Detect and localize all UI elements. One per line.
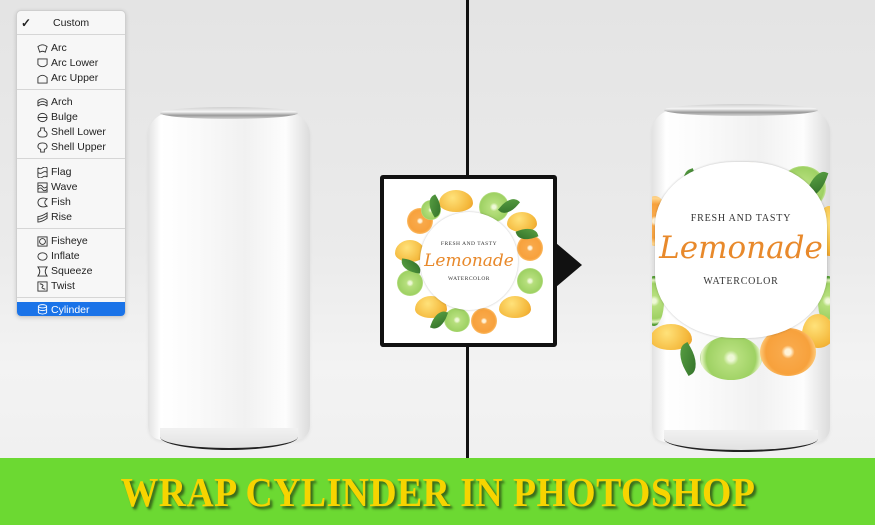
- menu-item-label: Arc Lower: [51, 57, 99, 69]
- warp-flag-icon: [37, 166, 48, 178]
- menu-item-inflate[interactable]: Inflate: [17, 249, 125, 263]
- warp-fish-icon: [37, 197, 48, 208]
- checkmark-icon: ✓: [21, 16, 32, 30]
- lime-illustration: [517, 268, 543, 294]
- wrapped-can: FRESH AND TASTY Lemonade WATERCOLOR: [652, 104, 830, 452]
- menu-item-arc-upper[interactable]: Arc Upper: [17, 71, 125, 85]
- lime-illustration: [444, 308, 470, 332]
- warp-wave-icon: [37, 181, 48, 193]
- menu-separator: [17, 228, 125, 229]
- lime-illustration: [397, 270, 423, 296]
- menu-item-label: Arch: [51, 96, 73, 108]
- menu-separator: [17, 158, 125, 159]
- wrapped-label-subtitle: WATERCOLOR: [703, 276, 779, 287]
- can-lid: [664, 104, 818, 116]
- warp-arch-icon: [37, 97, 48, 108]
- label-artwork-card: FRESH AND TASTY Lemonade WATERCOLOR: [380, 175, 557, 347]
- menu-item-label: Arc: [51, 42, 67, 54]
- label-title: Lemonade: [424, 250, 514, 271]
- lemon-illustration: [439, 190, 473, 212]
- menu-item-arc-lower[interactable]: Arc Lower: [17, 56, 125, 70]
- warp-arc-icon: [37, 43, 48, 54]
- menu-separator: [17, 89, 125, 90]
- warp-bulge-icon: [37, 112, 48, 123]
- label-tagline: FRESH AND TASTY: [440, 240, 498, 247]
- wrapped-label-title: Lemonade: [659, 230, 823, 266]
- menu-item-label: Wave: [51, 181, 78, 193]
- menu-item-shell-upper[interactable]: Shell Upper: [17, 140, 125, 154]
- menu-item-label: Inflate: [51, 250, 80, 262]
- warp-twist-icon: [37, 280, 48, 292]
- menu-item-wave[interactable]: Wave: [17, 180, 125, 194]
- menu-item-label: Flag: [51, 166, 72, 178]
- warp-shell-lower-icon: [37, 126, 48, 138]
- label-center-disc: FRESH AND TASTY Lemonade WATERCOLOR: [420, 212, 518, 310]
- menu-item-rise[interactable]: Rise: [17, 210, 125, 224]
- menu-item-label: Cylinder: [51, 303, 90, 316]
- menu-separator: [17, 297, 125, 298]
- menu-item-cylinder[interactable]: Cylinder: [17, 302, 125, 316]
- warp-style-menu[interactable]: ✓ Custom Arc Arc Lower Arc Upper Arch Bu…: [16, 10, 126, 317]
- banner-title: WRAP CYLINDER IN PHOTOSHOP: [120, 468, 755, 515]
- blank-can: [148, 107, 310, 450]
- menu-item-flag[interactable]: Flag: [17, 165, 125, 179]
- warp-fisheye-icon: [37, 235, 48, 247]
- menu-item-label: Arc Upper: [51, 72, 99, 84]
- warp-squeeze-icon: [37, 265, 48, 277]
- menu-item-fisheye[interactable]: Fisheye: [17, 234, 125, 248]
- menu-item-label: Shell Upper: [51, 141, 106, 153]
- warp-shell-upper-icon: [37, 141, 48, 153]
- menu-item-label: Fish: [51, 196, 71, 208]
- arrow-right-icon: [556, 243, 582, 287]
- title-banner: WRAP CYLINDER IN PHOTOSHOP: [0, 458, 875, 525]
- menu-item-label: Custom: [53, 17, 90, 29]
- menu-item-custom[interactable]: ✓ Custom: [17, 16, 125, 30]
- menu-item-label: Fisheye: [51, 235, 88, 247]
- menu-item-squeeze[interactable]: Squeeze: [17, 264, 125, 278]
- menu-item-arc[interactable]: Arc: [17, 41, 125, 55]
- can-body: [148, 113, 310, 440]
- menu-item-label: Twist: [51, 280, 75, 292]
- warp-cylinder-icon: [37, 304, 48, 315]
- menu-separator: [17, 34, 125, 35]
- lime-illustration: [700, 336, 762, 380]
- menu-item-fish[interactable]: Fish: [17, 195, 125, 209]
- comparison-scene: ✓ Custom Arc Arc Lower Arc Upper Arch Bu…: [0, 0, 875, 458]
- menu-item-twist[interactable]: Twist: [17, 279, 125, 293]
- can-base: [160, 428, 298, 450]
- menu-item-label: Squeeze: [51, 265, 93, 277]
- warp-inflate-icon: [37, 251, 48, 262]
- wrapped-label-panel: FRESH AND TASTY Lemonade WATERCOLOR: [655, 162, 827, 338]
- label-subtitle: WATERCOLOR: [448, 275, 490, 282]
- orange-illustration: [471, 308, 497, 334]
- menu-item-shell-lower[interactable]: Shell Lower: [17, 125, 125, 139]
- warp-rise-icon: [37, 211, 48, 223]
- warp-arc-lower-icon: [37, 57, 48, 69]
- menu-item-bulge[interactable]: Bulge: [17, 110, 125, 124]
- can-lid: [160, 107, 298, 119]
- wrapped-label-tagline: FRESH AND TASTY: [690, 213, 792, 224]
- lemon-illustration: [499, 296, 531, 318]
- menu-item-arch[interactable]: Arch: [17, 95, 125, 109]
- can-base: [664, 430, 818, 452]
- warp-arc-upper-icon: [37, 73, 48, 84]
- menu-item-label: Bulge: [51, 111, 78, 123]
- menu-item-label: Shell Lower: [51, 126, 106, 138]
- menu-item-label: Rise: [51, 211, 73, 223]
